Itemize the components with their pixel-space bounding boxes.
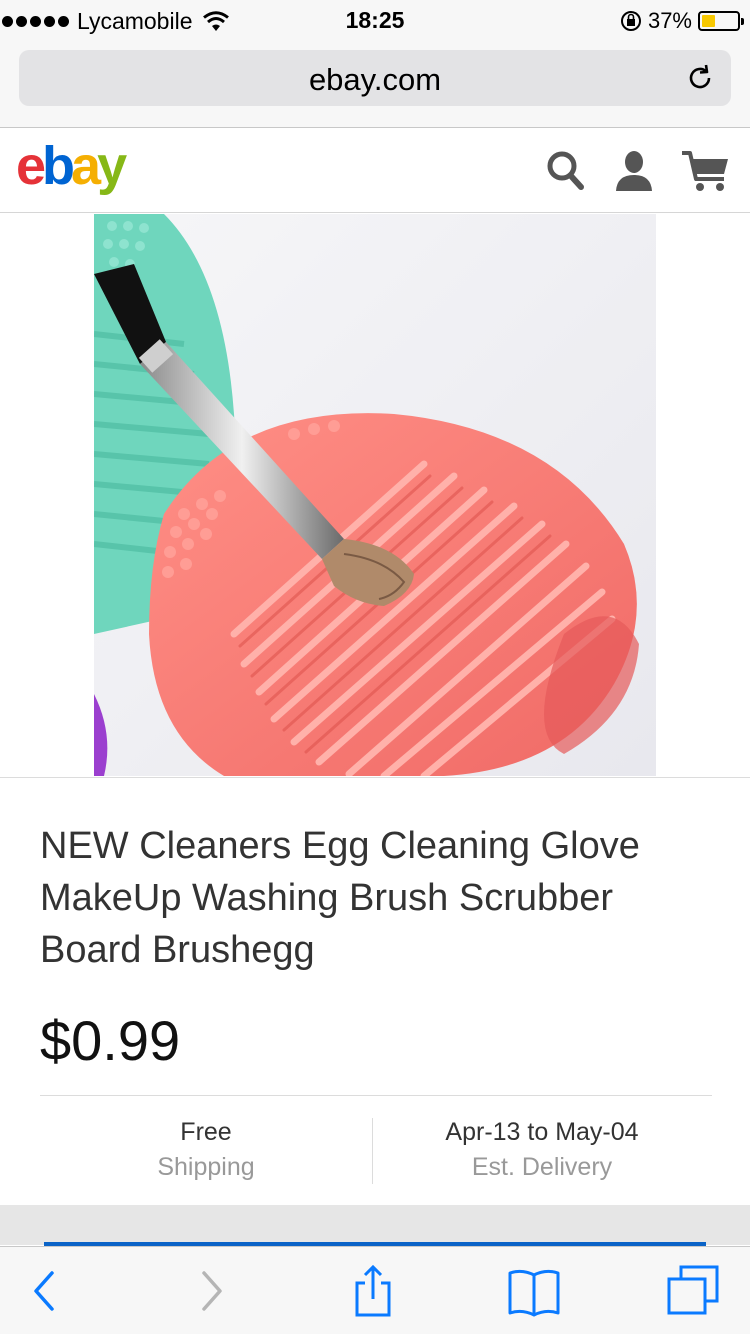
product-price: $0.99	[40, 1009, 181, 1072]
battery-icon	[698, 11, 744, 31]
battery-percent: 37%	[647, 8, 692, 33]
section-separator	[0, 1205, 750, 1245]
delivery-info: Apr-13 to May-04 Est. Delivery	[374, 1118, 710, 1182]
bookmarks-icon[interactable]	[506, 1265, 562, 1317]
forward-icon[interactable]	[182, 1265, 238, 1317]
delivery-dates: Apr-13 to May-04	[445, 1118, 639, 1146]
browser-address-area: ebay.com	[0, 40, 750, 128]
user-icon[interactable]	[614, 149, 654, 191]
url-text[interactable]: ebay.com	[19, 62, 731, 98]
status-bar: Lycamobile 18:25 37%	[0, 0, 750, 40]
divider	[40, 1095, 712, 1096]
share-icon[interactable]	[345, 1265, 401, 1317]
cart-icon[interactable]	[680, 149, 732, 193]
search-icon[interactable]	[545, 149, 585, 191]
product-image-area	[0, 214, 750, 778]
back-icon[interactable]	[22, 1265, 78, 1317]
reload-icon[interactable]	[685, 63, 715, 93]
battery-level-fill	[702, 15, 715, 27]
delivery-sub: Est. Delivery	[471, 1153, 613, 1181]
shipping-sub: Shipping	[157, 1153, 255, 1181]
ebay-logo[interactable]: ebay	[16, 135, 127, 197]
shipping-main: Free	[180, 1118, 232, 1146]
tabs-icon[interactable]	[665, 1265, 721, 1317]
product-title: NEW Cleaners Egg Cleaning Glove MakeUp W…	[40, 825, 640, 971]
product-photo[interactable]	[94, 214, 656, 776]
browser-toolbar	[0, 1246, 750, 1334]
site-header: ebay	[0, 129, 750, 213]
address-bar[interactable]: ebay.com	[19, 50, 731, 106]
orientation-lock-icon	[620, 11, 641, 31]
vertical-divider	[372, 1118, 373, 1184]
shipping-info: Free Shipping	[40, 1118, 372, 1182]
